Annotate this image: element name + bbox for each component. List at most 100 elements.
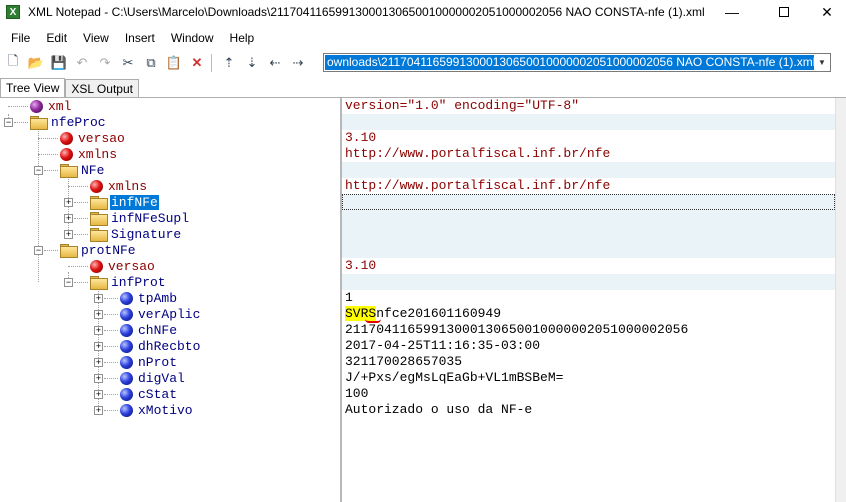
- value-row[interactable]: [342, 226, 835, 242]
- tree-node-digval[interactable]: digVal: [120, 370, 186, 386]
- undo-icon[interactable]: ↶: [72, 53, 92, 73]
- tree-node-infnfesupl[interactable]: infNFeSupl: [90, 210, 190, 226]
- tab-xsl-output[interactable]: XSL Output: [65, 79, 139, 98]
- vertical-scrollbar[interactable]: [835, 98, 846, 502]
- value-row[interactable]: [342, 242, 835, 258]
- nudge-up-icon[interactable]: ⇡: [219, 53, 239, 73]
- chevron-down-icon[interactable]: ▼: [814, 54, 830, 71]
- tree-node-infprot[interactable]: infProt: [90, 274, 167, 290]
- expand-icon[interactable]: +: [64, 230, 73, 239]
- tree-node-versao[interactable]: versao: [60, 130, 126, 146]
- tree-pane[interactable]: xml − nfeProc versao xmlns − NFe xmlns +…: [0, 98, 340, 502]
- value-row[interactable]: 3.10: [342, 258, 835, 274]
- tree-node-veraplic[interactable]: verAplic: [120, 306, 201, 322]
- tree-node-cstat[interactable]: cStat: [120, 386, 178, 402]
- focus-rectangle: [342, 194, 835, 210]
- copy-icon[interactable]: ⧉: [141, 53, 161, 73]
- redo-icon[interactable]: ↷: [95, 53, 115, 73]
- menu-window[interactable]: Window: [163, 31, 222, 45]
- expand-icon[interactable]: +: [64, 198, 73, 207]
- maximize-button[interactable]: [761, 0, 807, 24]
- new-file-icon[interactable]: 🗋: [3, 53, 23, 73]
- tree-node-signature[interactable]: Signature: [90, 226, 182, 242]
- value-row[interactable]: 100: [342, 386, 835, 402]
- tree-node-nfeproc[interactable]: nfeProc: [30, 114, 107, 130]
- tree-connector: [74, 234, 88, 235]
- collapse-icon[interactable]: −: [34, 246, 43, 255]
- cut-icon[interactable]: ✂: [118, 53, 138, 73]
- save-icon[interactable]: 💾: [49, 53, 69, 73]
- expand-icon[interactable]: +: [64, 214, 73, 223]
- value-row[interactable]: [342, 162, 835, 178]
- collapse-icon[interactable]: −: [64, 278, 73, 287]
- open-folder-icon[interactable]: 📂: [26, 53, 46, 73]
- nudge-down-icon[interactable]: ⇣: [242, 53, 262, 73]
- menu-edit[interactable]: Edit: [38, 31, 75, 45]
- value-text: 1: [345, 290, 353, 305]
- expand-icon[interactable]: +: [94, 326, 103, 335]
- expand-icon[interactable]: +: [94, 342, 103, 351]
- collapse-icon[interactable]: −: [4, 118, 13, 127]
- expand-icon[interactable]: +: [94, 374, 103, 383]
- minimize-button[interactable]: —: [709, 0, 755, 24]
- location-input[interactable]: ownloads\2117041165991300013065001000000…: [325, 55, 814, 70]
- tree-node-infnfe[interactable]: infNFe: [90, 194, 159, 210]
- tree-node-dhrecbto[interactable]: dhRecbto: [120, 338, 201, 354]
- value-row[interactable]: 1: [342, 290, 835, 306]
- value-row[interactable]: SVRSnfce201601160949: [342, 306, 835, 323]
- value-row[interactable]: 2117041165991300013065001000000205100000…: [342, 322, 835, 338]
- value-row[interactable]: 321170028657035: [342, 354, 835, 370]
- expand-icon[interactable]: +: [94, 310, 103, 319]
- expand-icon[interactable]: +: [94, 390, 103, 399]
- tree-node-xmlns[interactable]: xmlns: [90, 178, 148, 194]
- value-row[interactable]: 2017-04-25T11:16:35-03:00: [342, 338, 835, 354]
- menu-help[interactable]: Help: [222, 31, 263, 45]
- value-row[interactable]: 3.10: [342, 130, 835, 146]
- element-icon: [120, 355, 133, 369]
- tree-node-xmotivo[interactable]: xMotivo: [120, 402, 194, 418]
- expand-icon[interactable]: +: [94, 358, 103, 367]
- folder-icon: [90, 228, 108, 242]
- tab-tree-view[interactable]: Tree View: [0, 78, 66, 98]
- value-row[interactable]: http://www.portalfiscal.inf.br/nfe: [342, 146, 835, 162]
- menu-view[interactable]: View: [75, 31, 117, 45]
- value-row[interactable]: http://www.portalfiscal.inf.br/nfe: [342, 178, 835, 194]
- paste-icon[interactable]: 📋: [164, 53, 184, 73]
- tree-node-label: infNFeSupl: [111, 210, 190, 226]
- tree-node-xmlns[interactable]: xmlns: [60, 146, 118, 162]
- expand-icon[interactable]: +: [94, 406, 103, 415]
- tree-node-xml[interactable]: xml: [30, 98, 72, 114]
- node-values-pane[interactable]: version="1.0" encoding="UTF-8" 3.10 http…: [342, 98, 835, 502]
- value-row[interactable]: [342, 114, 835, 130]
- tree-connector: [38, 128, 39, 282]
- tree-node-tpamb[interactable]: tpAmb: [120, 290, 178, 306]
- tree-connector: [38, 138, 58, 139]
- location-combobox[interactable]: ownloads\2117041165991300013065001000000…: [323, 53, 831, 72]
- tree-node-label: nfeProc: [51, 114, 106, 130]
- tree-node-nfe[interactable]: NFe: [60, 162, 105, 178]
- value-row[interactable]: [342, 274, 835, 290]
- tree-node-nprot[interactable]: nProt: [120, 354, 178, 370]
- menu-file[interactable]: File: [0, 31, 38, 45]
- value-text: 2117041165991300013065001000000205100000…: [345, 322, 689, 337]
- tree-node-versao[interactable]: versao: [90, 258, 156, 274]
- value-row[interactable]: J/+Pxs/egMsLqEaGb+VL1mBSBeM=: [342, 370, 835, 386]
- menu-insert[interactable]: Insert: [117, 31, 163, 45]
- nudge-left-icon[interactable]: ⇠: [265, 53, 285, 73]
- value-row-selected[interactable]: [342, 194, 835, 210]
- value-row[interactable]: version="1.0" encoding="UTF-8": [342, 98, 835, 114]
- tree-node-protnfe[interactable]: protNFe: [60, 242, 137, 258]
- collapse-icon[interactable]: −: [34, 166, 43, 175]
- folder-open-icon: [30, 116, 48, 130]
- tree-node-chnfe[interactable]: chNFe: [120, 322, 178, 338]
- close-button[interactable]: ✕: [804, 0, 846, 24]
- value-row[interactable]: Autorizado o uso da NF-e: [342, 402, 835, 418]
- processing-instruction-icon: [30, 99, 43, 113]
- folder-icon: [90, 212, 108, 226]
- tree-node-label: NFe: [81, 162, 105, 178]
- folder-open-icon: [60, 164, 78, 178]
- nudge-right-icon[interactable]: ⇢: [288, 53, 308, 73]
- value-row[interactable]: [342, 210, 835, 226]
- expand-icon[interactable]: +: [94, 294, 103, 303]
- delete-icon[interactable]: ✕: [187, 53, 207, 73]
